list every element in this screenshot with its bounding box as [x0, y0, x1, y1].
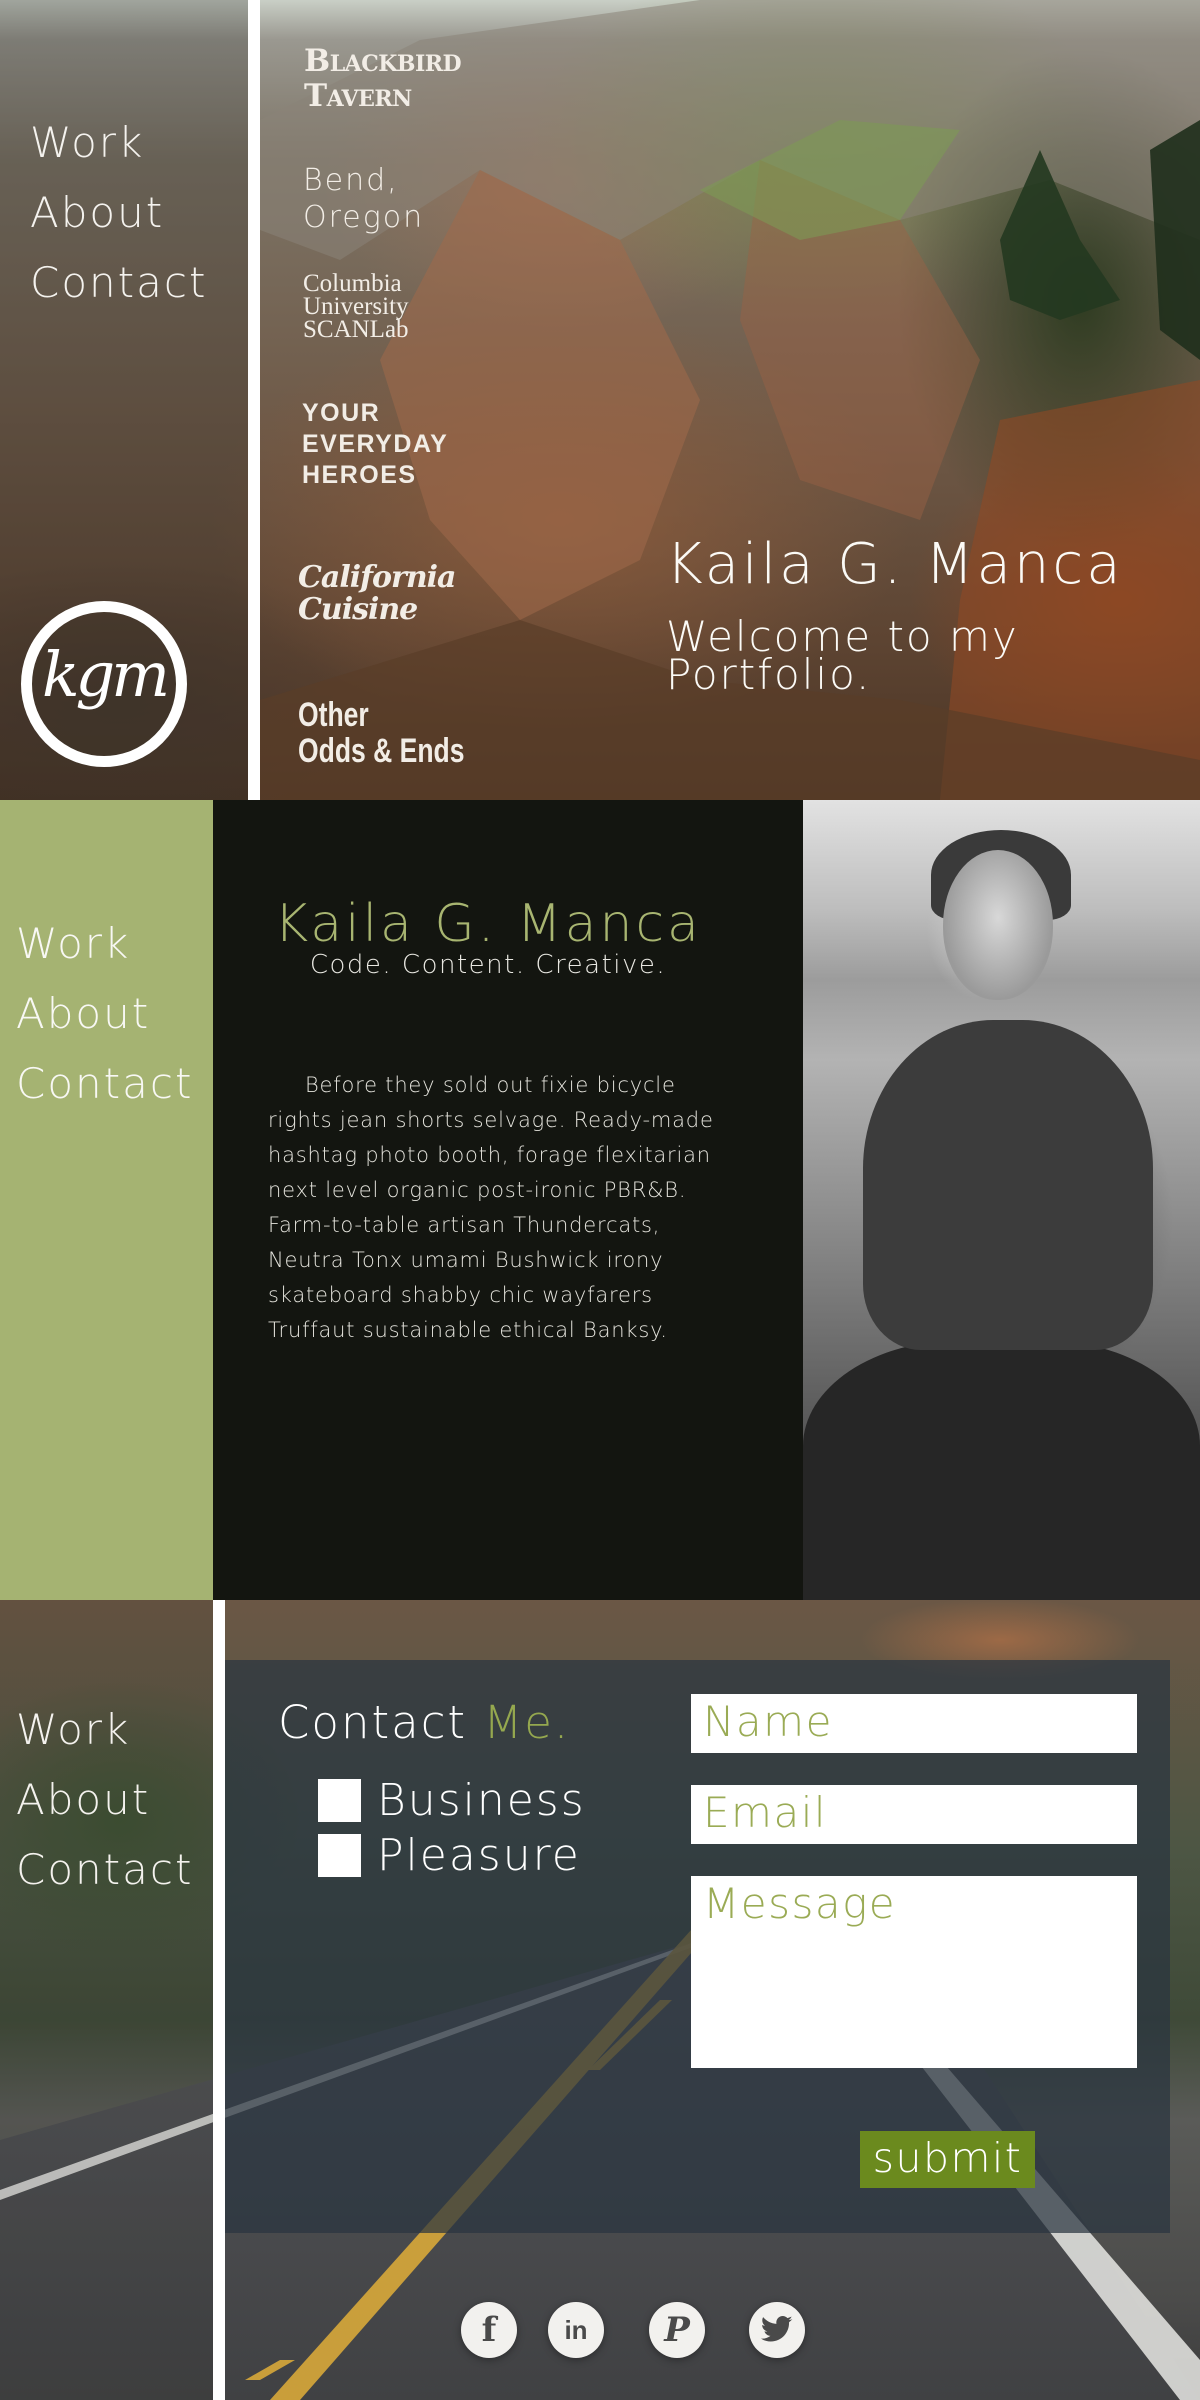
pleasure-checkbox-row[interactable]: Pleasure: [318, 1830, 581, 1881]
pinterest-icon[interactable]: P: [649, 2302, 705, 2358]
project-california-cuisine[interactable]: California Cuisine: [298, 560, 456, 627]
nav-work[interactable]: Work: [30, 108, 207, 178]
kgm-logo-text: kgm: [41, 638, 170, 711]
project-label: Oregon: [303, 200, 425, 235]
hero-section: Work About Contact kgm Blackbird Tavern …: [0, 0, 1200, 800]
hero-welcome: Welcome to my Portfolio.: [666, 612, 1019, 699]
nav-about[interactable]: About: [16, 1765, 193, 1835]
twitter-icon[interactable]: [749, 2302, 805, 2358]
portrait-photo: [803, 800, 1200, 1605]
pleasure-checkbox[interactable]: [318, 1834, 361, 1877]
about-section: Work About Contact Kaila G. Manca Code. …: [0, 800, 1200, 1605]
facebook-icon[interactable]: f: [461, 2302, 517, 2358]
nav-work[interactable]: Work: [16, 909, 193, 979]
project-columbia-scanlab[interactable]: Columbia University SCANLab: [303, 270, 409, 343]
about-name: Kaila G. Manca: [274, 894, 702, 954]
contact-title-accent: Me.: [483, 1696, 571, 1749]
project-label: Blackbird: [304, 43, 462, 79]
submit-button[interactable]: submit: [860, 2131, 1035, 2188]
pleasure-label: Pleasure: [377, 1830, 581, 1881]
name-field[interactable]: Name: [691, 1694, 1137, 1753]
nav-contact[interactable]: Contact: [16, 1835, 193, 1905]
kgm-logo[interactable]: kgm: [21, 601, 187, 767]
about-content: Kaila G. Manca Code. Content. Creative. …: [213, 800, 803, 1600]
photo-shape: [803, 1340, 1200, 1605]
nav-contact[interactable]: Contact: [16, 1049, 193, 1119]
business-label: Business: [377, 1775, 586, 1826]
project-label: YOUR: [302, 399, 381, 427]
message-field[interactable]: Message: [691, 1876, 1137, 2068]
project-label: SCANLab: [303, 316, 409, 343]
nav-about[interactable]: About: [16, 979, 193, 1049]
nav-about[interactable]: About: [30, 178, 207, 248]
contact-divider: [213, 1600, 225, 2400]
business-checkbox-row[interactable]: Business: [318, 1775, 586, 1826]
project-label: University: [303, 293, 409, 320]
project-label: EVERYDAY: [302, 430, 449, 458]
project-label: Columbia: [303, 270, 402, 297]
project-label: Cuisine: [298, 592, 418, 627]
project-everyday-heroes[interactable]: YOUR EVERYDAY HEROES: [302, 398, 448, 491]
project-label: Other: [298, 696, 369, 734]
contact-nav: Work About Contact: [16, 1695, 193, 1905]
twitter-bird-icon: [760, 2316, 793, 2342]
project-bend-oregon[interactable]: Bend, Oregon: [303, 162, 424, 236]
facebook-glyph: f: [481, 2310, 497, 2350]
business-checkbox[interactable]: [318, 1779, 361, 1822]
about-sidebar: Work About Contact: [0, 800, 213, 1600]
nav-contact[interactable]: Contact: [30, 248, 207, 318]
contact-title: Contact Me.: [278, 1696, 570, 1749]
project-label: HEROES: [302, 461, 417, 489]
email-field[interactable]: Email: [691, 1785, 1137, 1844]
nav-work[interactable]: Work: [16, 1695, 193, 1765]
project-label: California: [298, 560, 456, 595]
contact-section: Work About Contact Contact Me. Business …: [0, 1600, 1200, 2400]
about-bio: Before they sold out fixie bicycle right…: [268, 1073, 714, 1342]
hero-divider: [248, 0, 260, 800]
project-other-odds-ends[interactable]: Other Odds & Ends: [298, 697, 465, 769]
project-blackbird-tavern[interactable]: Blackbird Tavern: [304, 43, 462, 114]
hero-nav: Work About Contact: [30, 108, 207, 318]
project-label: Tavern: [304, 78, 412, 114]
pinterest-glyph: P: [664, 2310, 690, 2350]
about-tagline: Code. Content. Creative.: [309, 950, 667, 980]
hero-name: Kaila G. Manca: [666, 532, 1124, 597]
project-label: Odds & Ends: [298, 732, 465, 770]
contact-title-text: Contact: [278, 1696, 468, 1749]
linkedin-icon[interactable]: in: [548, 2302, 604, 2358]
project-label: Bend,: [303, 163, 399, 198]
about-nav: Work About Contact: [16, 909, 193, 1119]
photo-shape: [863, 1020, 1153, 1350]
linkedin-glyph: in: [564, 2314, 588, 2345]
photo-shape: [943, 850, 1053, 1000]
